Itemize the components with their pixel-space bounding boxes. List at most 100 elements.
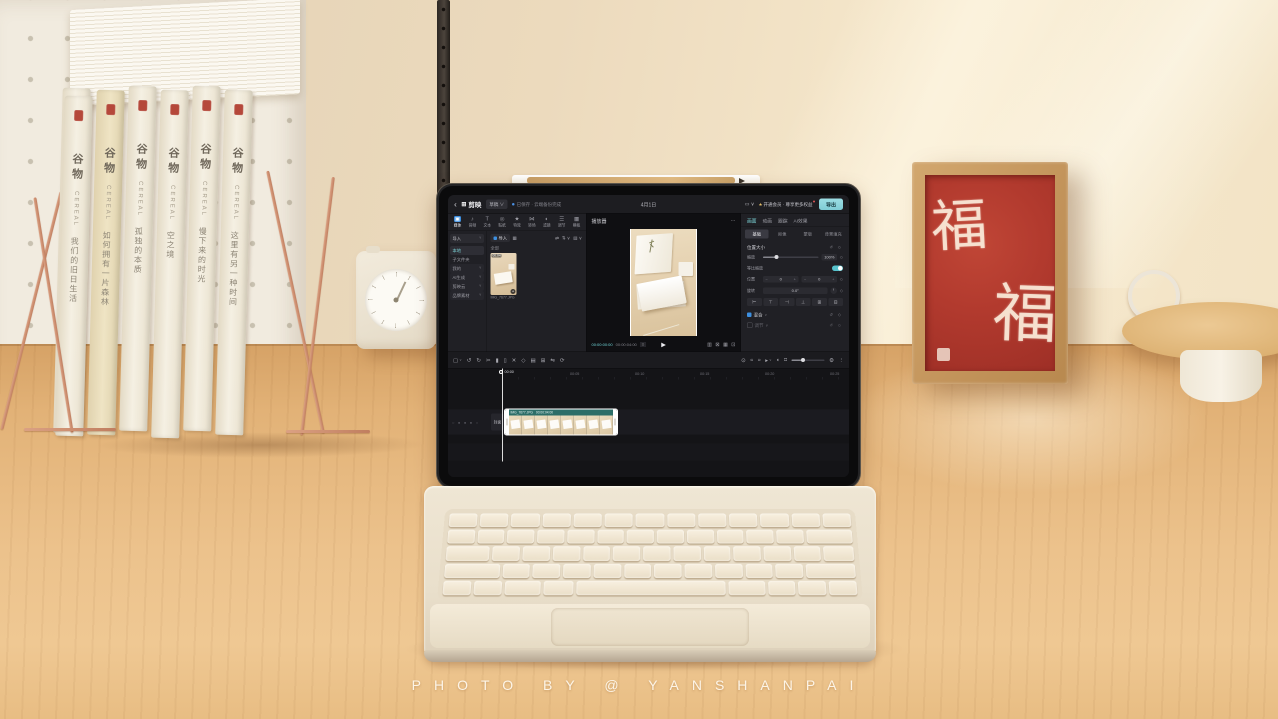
keyboard-key[interactable] <box>667 514 695 528</box>
keyboard-key[interactable] <box>729 581 766 596</box>
keyboard-key[interactable] <box>573 514 602 528</box>
keyboard-key[interactable] <box>643 547 670 561</box>
position-x-value[interactable]: 0 <box>780 277 782 282</box>
media-nav-item[interactable]: 剪映云 ∨ <box>450 282 484 291</box>
scale-slider[interactable] <box>763 257 819 259</box>
keyboard-key[interactable] <box>597 530 624 544</box>
keyboard-key[interactable] <box>793 547 821 561</box>
play-button[interactable]: ▶ <box>661 341 666 348</box>
keyboard-key[interactable] <box>733 547 761 561</box>
keyboard-key[interactable] <box>492 547 520 561</box>
position-y-value[interactable]: 0 <box>818 277 820 282</box>
grid-view-toggle[interactable]: ▦ <box>513 235 517 241</box>
track-option-icons[interactable]: ○ ● ● ● ○ <box>452 421 478 426</box>
keyboard-key[interactable] <box>763 547 791 561</box>
split[interactable]: ✂ <box>486 357 491 364</box>
keyboard-key[interactable] <box>542 514 571 528</box>
media-asset-card[interactable]: 00:04 + IMG_7677.JPG <box>491 253 517 300</box>
playhead-marker[interactable]: 00:00 <box>499 370 514 375</box>
media-tab[interactable]: ▦ 模板 <box>569 216 584 228</box>
keyboard-key[interactable] <box>829 581 858 596</box>
media-tab[interactable]: ☰ 调节 <box>554 216 569 228</box>
back-button[interactable]: ‹ <box>454 200 457 209</box>
keyboard-key[interactable] <box>673 547 700 561</box>
media-nav-item[interactable]: 我的 ∨ <box>450 264 484 273</box>
rotate[interactable]: ⟳ <box>560 357 565 364</box>
trackpad[interactable] <box>551 608 749 646</box>
keyboard-key[interactable] <box>823 547 854 561</box>
keyboard-key[interactable] <box>511 514 540 528</box>
inspector-tab[interactable]: 跟踪 <box>778 217 788 224</box>
align-button[interactable]: ⊢ <box>747 298 762 306</box>
comment[interactable]: ◖ <box>776 357 779 364</box>
keyboard-key[interactable] <box>567 530 594 544</box>
keyboard-keys[interactable] <box>437 509 863 600</box>
scale-value[interactable]: 100% <box>822 254 837 261</box>
keyboard-key[interactable] <box>806 530 853 544</box>
keyframe-diamond-icon[interactable]: ◇ <box>840 289 843 294</box>
voiceover[interactable]: ⊙ <box>741 357 746 364</box>
media-nav-item[interactable]: 品牌素材 ∨ <box>450 291 484 300</box>
media-tab[interactable]: ◎ 贴纸 <box>495 216 510 228</box>
keyboard-key[interactable] <box>703 547 731 561</box>
keyboard-key[interactable] <box>613 547 640 561</box>
adjust-checkbox[interactable] <box>747 323 753 329</box>
keyboard-key[interactable] <box>654 564 682 578</box>
inspector-subtab[interactable]: 抠像 <box>771 230 795 239</box>
keyboard-key[interactable] <box>537 530 565 544</box>
freeze-frame[interactable]: ▤ <box>531 357 536 364</box>
jump-end[interactable]: » <box>758 357 761 364</box>
timeline-settings-icon[interactable]: ⚙ <box>829 357 834 364</box>
keyframe-diamond-icon[interactable]: ◇ <box>840 255 843 260</box>
keyboard-key[interactable] <box>593 564 621 578</box>
undo[interactable]: ↺ <box>467 357 472 364</box>
keyboard-key[interactable] <box>502 564 530 578</box>
resolution-dropdown[interactable]: ▭ ∨ <box>745 201 755 207</box>
timeline-clip[interactable]: IMG_7677.JPG 00:00:04:00 <box>505 410 617 435</box>
align-button[interactable]: ⊞ <box>812 298 827 306</box>
keyboard-key[interactable] <box>480 514 509 528</box>
inspector-tab[interactable]: AI效果 <box>794 217 808 224</box>
keyboard-key[interactable] <box>768 581 796 596</box>
media-tab[interactable]: ★ 特效 <box>510 216 525 228</box>
keyboard-key[interactable] <box>745 564 773 578</box>
keyboard-key[interactable] <box>543 581 574 596</box>
media-tab[interactable]: ♪ 音频 <box>465 216 480 228</box>
redo[interactable]: ↻ <box>476 357 481 364</box>
playhead-knob-icon[interactable] <box>499 370 503 374</box>
keyboard-key[interactable] <box>446 547 491 561</box>
keyboard-key[interactable] <box>657 530 684 544</box>
filter-dropdown-icon[interactable]: ▤ ∨ <box>573 235 582 241</box>
inspector-tab[interactable]: 画面 <box>747 217 757 224</box>
asset-thumbnail[interactable]: 00:04 + <box>491 253 517 295</box>
keyboard-key[interactable] <box>791 514 820 528</box>
keyboard-key[interactable] <box>698 514 727 528</box>
sort-dropdown-icon[interactable]: ⇅ ∨ <box>562 235 570 241</box>
mirror-preview-icon[interactable]: ⊠ <box>715 342 719 348</box>
crop[interactable]: ⊞ <box>541 357 546 364</box>
mirror[interactable]: ⇋ <box>550 357 555 364</box>
frame-step-box[interactable]: ▥ <box>640 342 646 347</box>
fullscreen-icon[interactable]: ⊡ <box>731 342 735 348</box>
reset-keyframe-icons[interactable]: ↺ ◇ <box>829 245 843 250</box>
player-menu-icon[interactable]: ⋯ <box>731 218 736 224</box>
keyboard-key[interactable] <box>583 547 611 561</box>
video-preview[interactable] <box>630 229 697 336</box>
rotation-dial[interactable] <box>830 288 837 295</box>
keyboard-key[interactable] <box>449 514 478 528</box>
media-tab[interactable]: ◐ 滤镜 <box>539 216 554 228</box>
keyboard-key[interactable] <box>563 564 591 578</box>
add-to-timeline-button[interactable]: + <box>511 289 516 294</box>
keyboard-key[interactable] <box>717 530 744 544</box>
keyboard-key[interactable] <box>684 564 712 578</box>
timeline-zoom-slider[interactable] <box>792 359 825 361</box>
keyboard-key[interactable] <box>605 514 633 528</box>
draft-dropdown[interactable]: 草稿 ∨ <box>486 199 508 209</box>
media-nav-item[interactable]: 本地 <box>450 246 484 255</box>
playhead[interactable] <box>502 369 503 462</box>
keyboard-key[interactable] <box>822 514 851 528</box>
import-button[interactable]: 导入 <box>491 234 511 242</box>
inspector-subtab[interactable]: 基础 <box>745 230 769 239</box>
inspector-tab[interactable]: 动画 <box>763 217 773 224</box>
inspector-subtab[interactable]: 背景填充 <box>822 230 846 239</box>
